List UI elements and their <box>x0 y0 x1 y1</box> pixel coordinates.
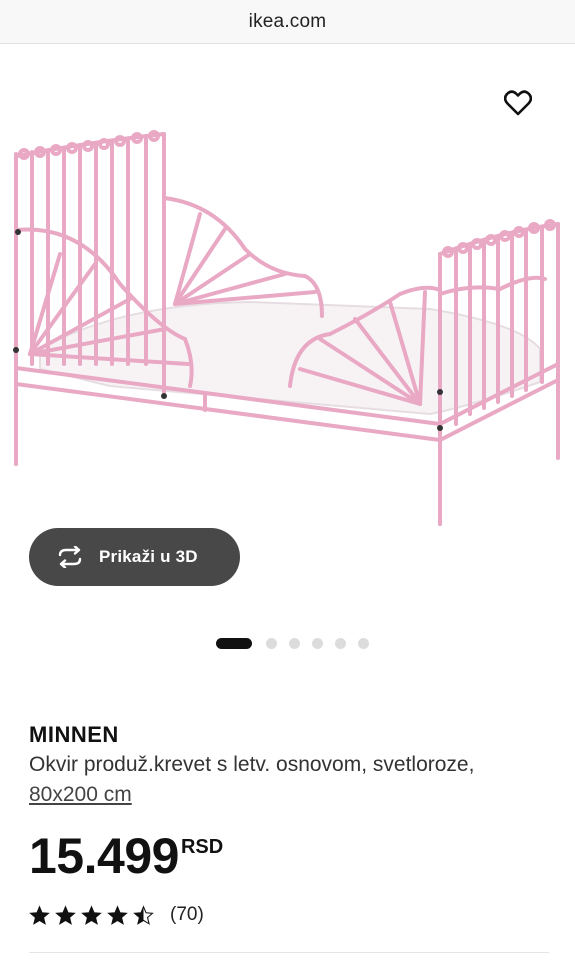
gallery-dot[interactable] <box>266 638 277 649</box>
view-3d-label: Prikaži u 3D <box>99 547 198 566</box>
price-amount: 15.499 <box>29 828 179 884</box>
browser-address-bar[interactable]: ikea.com <box>0 0 575 44</box>
rating-stars <box>29 904 154 926</box>
star-full-icon <box>81 904 102 925</box>
rotate-icon <box>58 546 82 568</box>
gallery-dot[interactable] <box>358 638 369 649</box>
view-3d-button[interactable]: Prikaži u 3D <box>29 528 240 586</box>
star-full-icon <box>55 904 76 925</box>
product-gallery[interactable]: Prikaži u 3D <box>0 44 575 684</box>
review-count[interactable]: (70) <box>170 904 204 926</box>
product-size-link[interactable]: 80x200 cm <box>29 783 132 806</box>
price-currency: RSD <box>180 836 224 858</box>
product-info: MINNEN Okvir produž.krevet s letv. osnov… <box>29 722 549 810</box>
product-description-text: Okvir produž.krevet s letv. osnovom, sve… <box>29 753 475 776</box>
divider <box>29 952 549 953</box>
gallery-pagination <box>0 638 575 649</box>
gallery-dot[interactable] <box>335 638 346 649</box>
heart-icon <box>504 90 532 116</box>
product-image[interactable] <box>0 124 575 584</box>
product-price: 15.499 RSD <box>29 828 223 884</box>
star-full-icon <box>29 904 50 925</box>
product-rating[interactable]: (70) <box>29 904 204 926</box>
gallery-dot-active[interactable] <box>216 638 252 649</box>
favorite-button[interactable] <box>501 86 535 120</box>
product-name: MINNEN <box>29 722 119 747</box>
star-half-icon <box>133 904 154 925</box>
gallery-dot[interactable] <box>289 638 300 649</box>
url-text[interactable]: ikea.com <box>249 11 327 33</box>
product-description: Okvir produž.krevet s letv. osnovom, sve… <box>29 750 549 810</box>
gallery-dot[interactable] <box>312 638 323 649</box>
star-full-icon <box>107 904 128 925</box>
